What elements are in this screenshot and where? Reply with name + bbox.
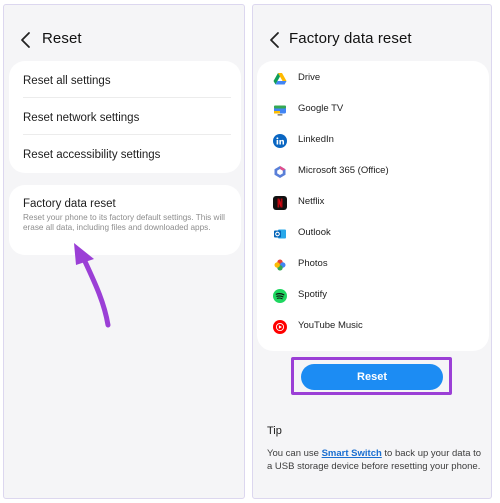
reset-screen: Reset Reset all settings Reset network s… xyxy=(3,4,245,499)
app-item-netflix: Netflix xyxy=(257,193,489,213)
app-item-outlook: Outlook xyxy=(257,224,489,244)
divider xyxy=(23,97,231,98)
smart-switch-link[interactable]: Smart Switch xyxy=(322,448,382,459)
app-item-drive: Drive xyxy=(257,69,489,89)
app-item-youtube-music: YouTube Music xyxy=(257,317,489,337)
page-title: Reset xyxy=(42,30,82,47)
reset-button[interactable]: Reset xyxy=(301,364,443,390)
app-item-google-tv: Google TV xyxy=(257,100,489,120)
back-button[interactable] xyxy=(18,29,36,51)
chevron-left-icon xyxy=(270,32,279,48)
youtube-music-icon xyxy=(273,320,287,334)
google-drive-icon xyxy=(273,73,287,85)
app-label: Photos xyxy=(298,258,328,269)
microsoft-365-icon xyxy=(274,166,286,178)
reset-network-settings-item[interactable]: Reset network settings xyxy=(23,112,139,124)
tip-title: Tip xyxy=(267,425,282,437)
app-label: Outlook xyxy=(298,227,331,238)
reset-all-settings-item[interactable]: Reset all settings xyxy=(23,75,111,87)
google-tv-icon xyxy=(274,105,286,116)
apps-list-card: Drive Google TV LinkedIn Microsoft 365 (… xyxy=(257,61,489,351)
factory-data-reset-screen: Factory data reset Drive Google TV Linke… xyxy=(252,4,492,499)
reset-options-card: Reset all settings Reset network setting… xyxy=(9,61,241,173)
linkedin-icon xyxy=(273,134,287,148)
annotation-arrow xyxy=(74,243,111,328)
app-item-spotify: Spotify xyxy=(257,286,489,306)
page-title: Factory data reset xyxy=(289,30,412,47)
app-label: LinkedIn xyxy=(298,134,334,145)
reset-accessibility-settings-item[interactable]: Reset accessibility settings xyxy=(23,149,160,161)
chevron-left-icon xyxy=(21,32,30,48)
divider xyxy=(23,134,231,135)
app-label: Netflix xyxy=(298,196,325,207)
app-label: Google TV xyxy=(298,103,344,114)
tip-text-before: You can use xyxy=(267,448,322,459)
factory-data-reset-label: Factory data reset xyxy=(23,198,116,210)
app-item-microsoft-365: Microsoft 365 (Office) xyxy=(257,162,489,182)
factory-data-reset-description: Reset your phone to its factory default … xyxy=(23,213,225,232)
tip-text: You can use Smart Switch to back up your… xyxy=(267,447,482,473)
netflix-icon xyxy=(273,196,287,210)
app-item-photos: Photos xyxy=(257,255,489,275)
app-item-linkedin: LinkedIn xyxy=(257,131,489,151)
google-photos-icon xyxy=(274,259,286,271)
spotify-icon xyxy=(273,289,287,303)
outlook-icon xyxy=(274,229,286,239)
app-label: Drive xyxy=(298,72,321,83)
app-label: Spotify xyxy=(298,289,328,300)
app-label: Microsoft 365 (Office) xyxy=(298,165,389,176)
app-label: YouTube Music xyxy=(298,320,363,331)
back-button[interactable] xyxy=(267,29,285,51)
